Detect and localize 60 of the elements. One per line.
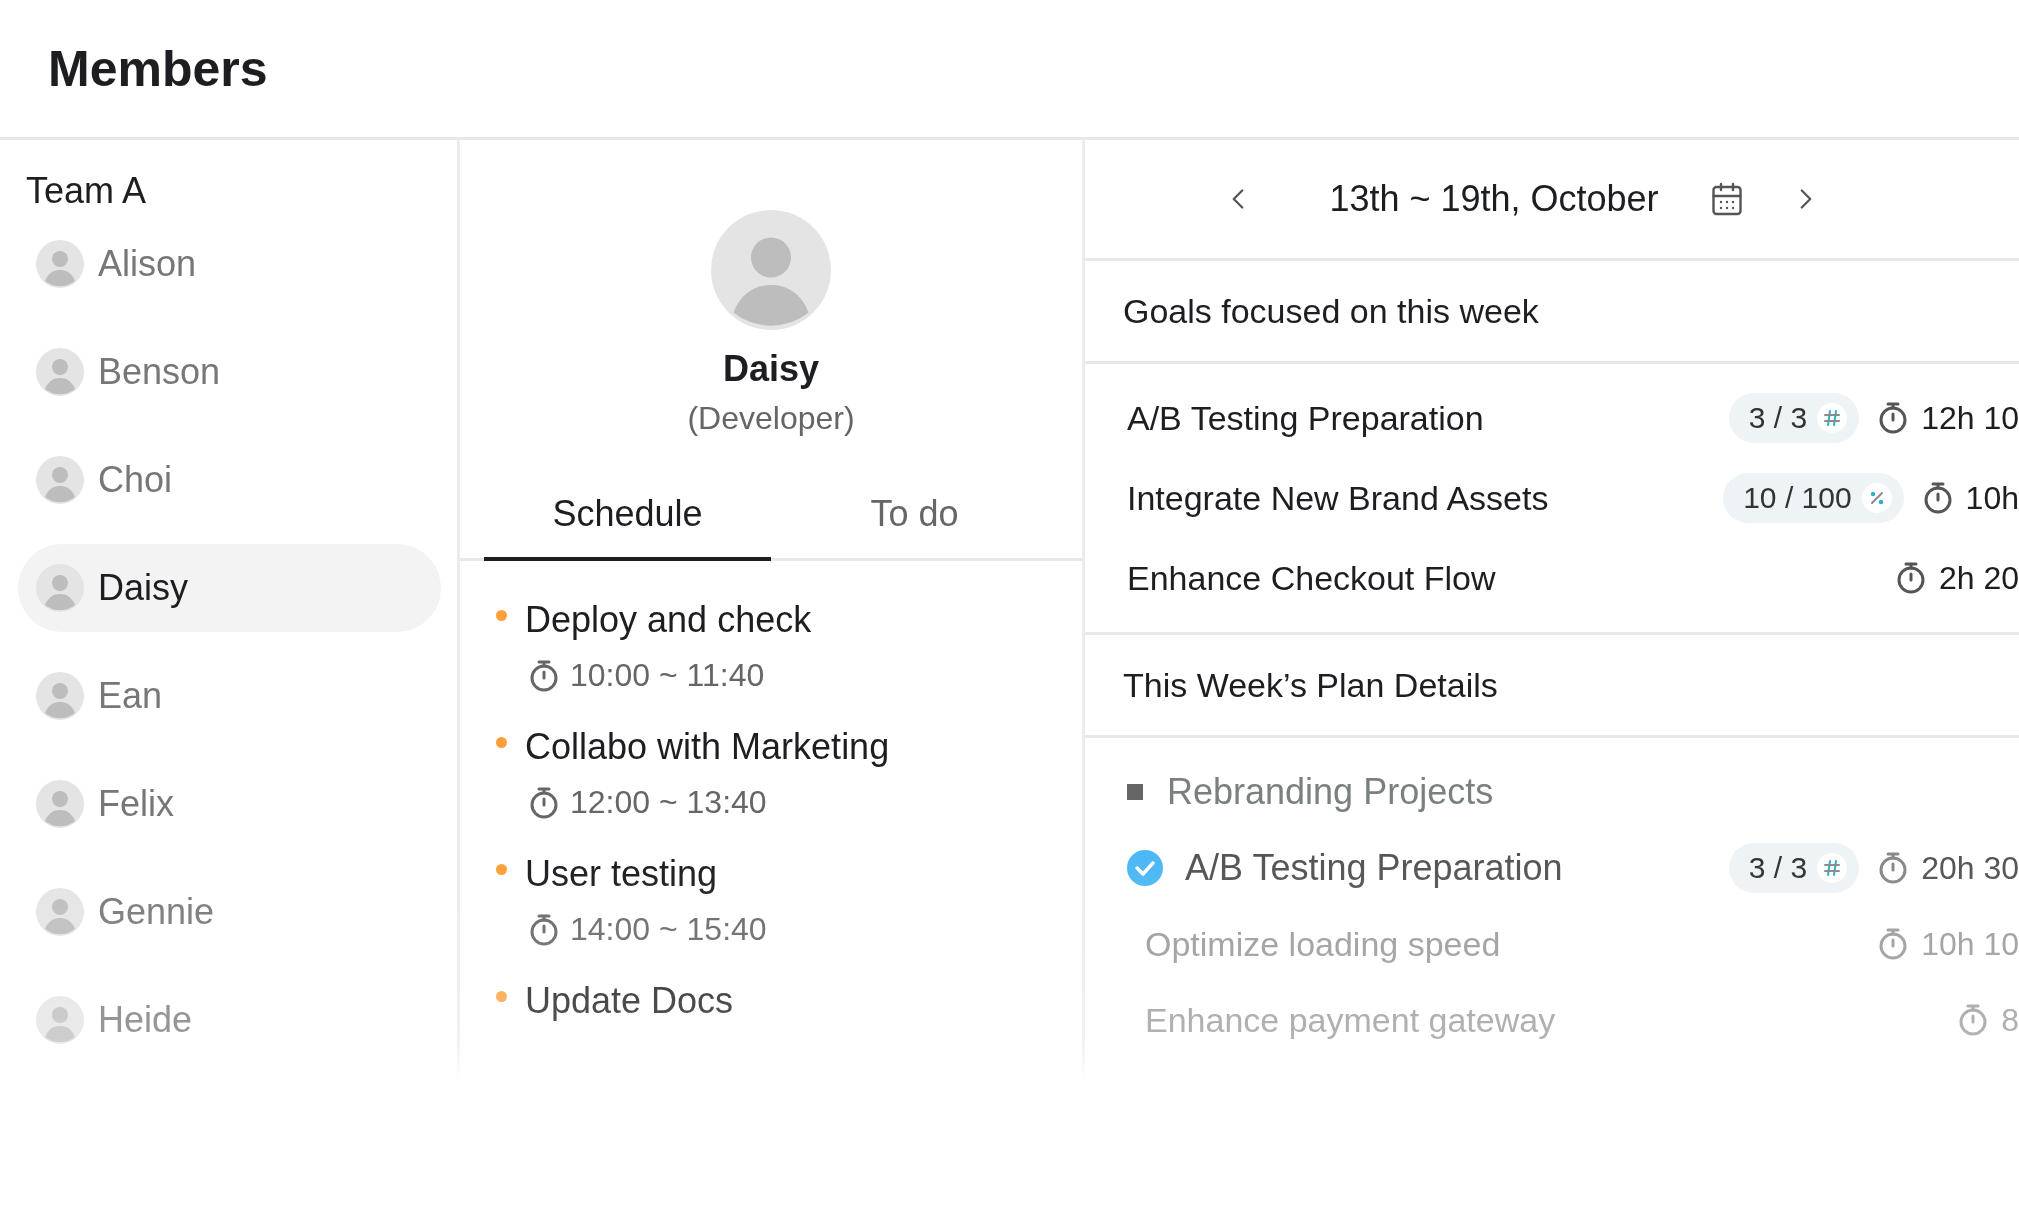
duration-text: 10h 10 <box>1921 925 2019 963</box>
schedule-title: Update Docs <box>525 980 734 1022</box>
bullet-icon <box>496 609 507 621</box>
avatar-placeholder <box>36 348 84 396</box>
avatar-placeholder <box>36 672 84 720</box>
member-item[interactable]: Benson <box>18 328 441 416</box>
member-item[interactable]: Daisy <box>18 544 441 632</box>
duration-text: 12h 10 <box>1921 399 2019 437</box>
duration-text: 10h <box>1965 479 2019 517</box>
profile-name: Daisy <box>722 348 820 390</box>
schedule-time: 10:00 ~ 11:40 <box>570 657 765 694</box>
progress-badge: 3 / 3 <box>1728 393 1860 443</box>
tab[interactable]: Schedule <box>484 475 771 561</box>
progress-badge: 10 / 100 <box>1723 473 1904 523</box>
schedule-time: 12:00 ~ 13:40 <box>570 784 767 821</box>
member-item[interactable]: Heide <box>18 976 441 1064</box>
schedule-title: Deploy and check <box>525 599 812 641</box>
hash-icon <box>1817 403 1848 433</box>
bullet-icon <box>496 990 507 1002</box>
tab[interactable]: To do <box>771 475 1058 561</box>
duration-text: 2h 20 <box>1938 559 2019 597</box>
stopwatch-icon <box>528 658 560 693</box>
checkbox[interactable] <box>1127 850 1163 886</box>
schedule-time: 14:00 ~ 15:40 <box>570 911 767 948</box>
member-item[interactable]: Felix <box>18 760 441 848</box>
week-range: 13th ~ 19th, October <box>1329 178 1659 220</box>
profile-role: (Developer) <box>687 400 855 437</box>
hash-icon <box>1817 853 1848 883</box>
page-title: Members <box>48 39 268 98</box>
member-item[interactable]: Ean <box>18 652 441 740</box>
duration-text: 20h 30 <box>1921 849 2019 887</box>
duration-text: 8 <box>2001 1001 2019 1039</box>
avatar-placeholder <box>36 996 84 1044</box>
avatar-placeholder <box>36 888 84 936</box>
member-item[interactable]: Alison <box>18 220 441 308</box>
team-name: Team A <box>25 170 148 212</box>
stopwatch-icon <box>528 912 560 947</box>
percent-icon <box>1861 483 1892 513</box>
schedule-title: User testing <box>525 853 718 895</box>
subtask-name: Optimize loading speed <box>1145 924 1502 964</box>
member-item[interactable]: Gennie <box>18 868 441 956</box>
group-name: Rebranding Projects <box>1167 771 1494 813</box>
goal-name: Enhance Checkout Flow <box>1127 558 1497 598</box>
goal-name: Integrate New Brand Assets <box>1127 478 1550 518</box>
stopwatch-icon <box>528 785 560 820</box>
progress-badge: 3 / 3 <box>1728 843 1860 893</box>
schedule-title: Collabo with Marketing <box>525 726 890 768</box>
section-title: Goals focused on this week <box>1085 261 2019 364</box>
bullet-icon <box>496 736 507 748</box>
avatar-placeholder <box>36 780 84 828</box>
section-title: This Week’s Plan Details <box>1085 635 2019 738</box>
avatar-placeholder <box>36 240 84 288</box>
subtask-name: Enhance payment gateway <box>1145 1000 1557 1040</box>
bullet-icon <box>496 863 507 875</box>
task-name: A/B Testing Preparation <box>1185 847 1564 889</box>
avatar-placeholder <box>36 564 84 612</box>
goal-name: A/B Testing Preparation <box>1127 398 1485 438</box>
avatar-placeholder <box>36 456 84 504</box>
member-item[interactable]: Choi <box>18 436 441 524</box>
square-icon <box>1127 784 1143 800</box>
